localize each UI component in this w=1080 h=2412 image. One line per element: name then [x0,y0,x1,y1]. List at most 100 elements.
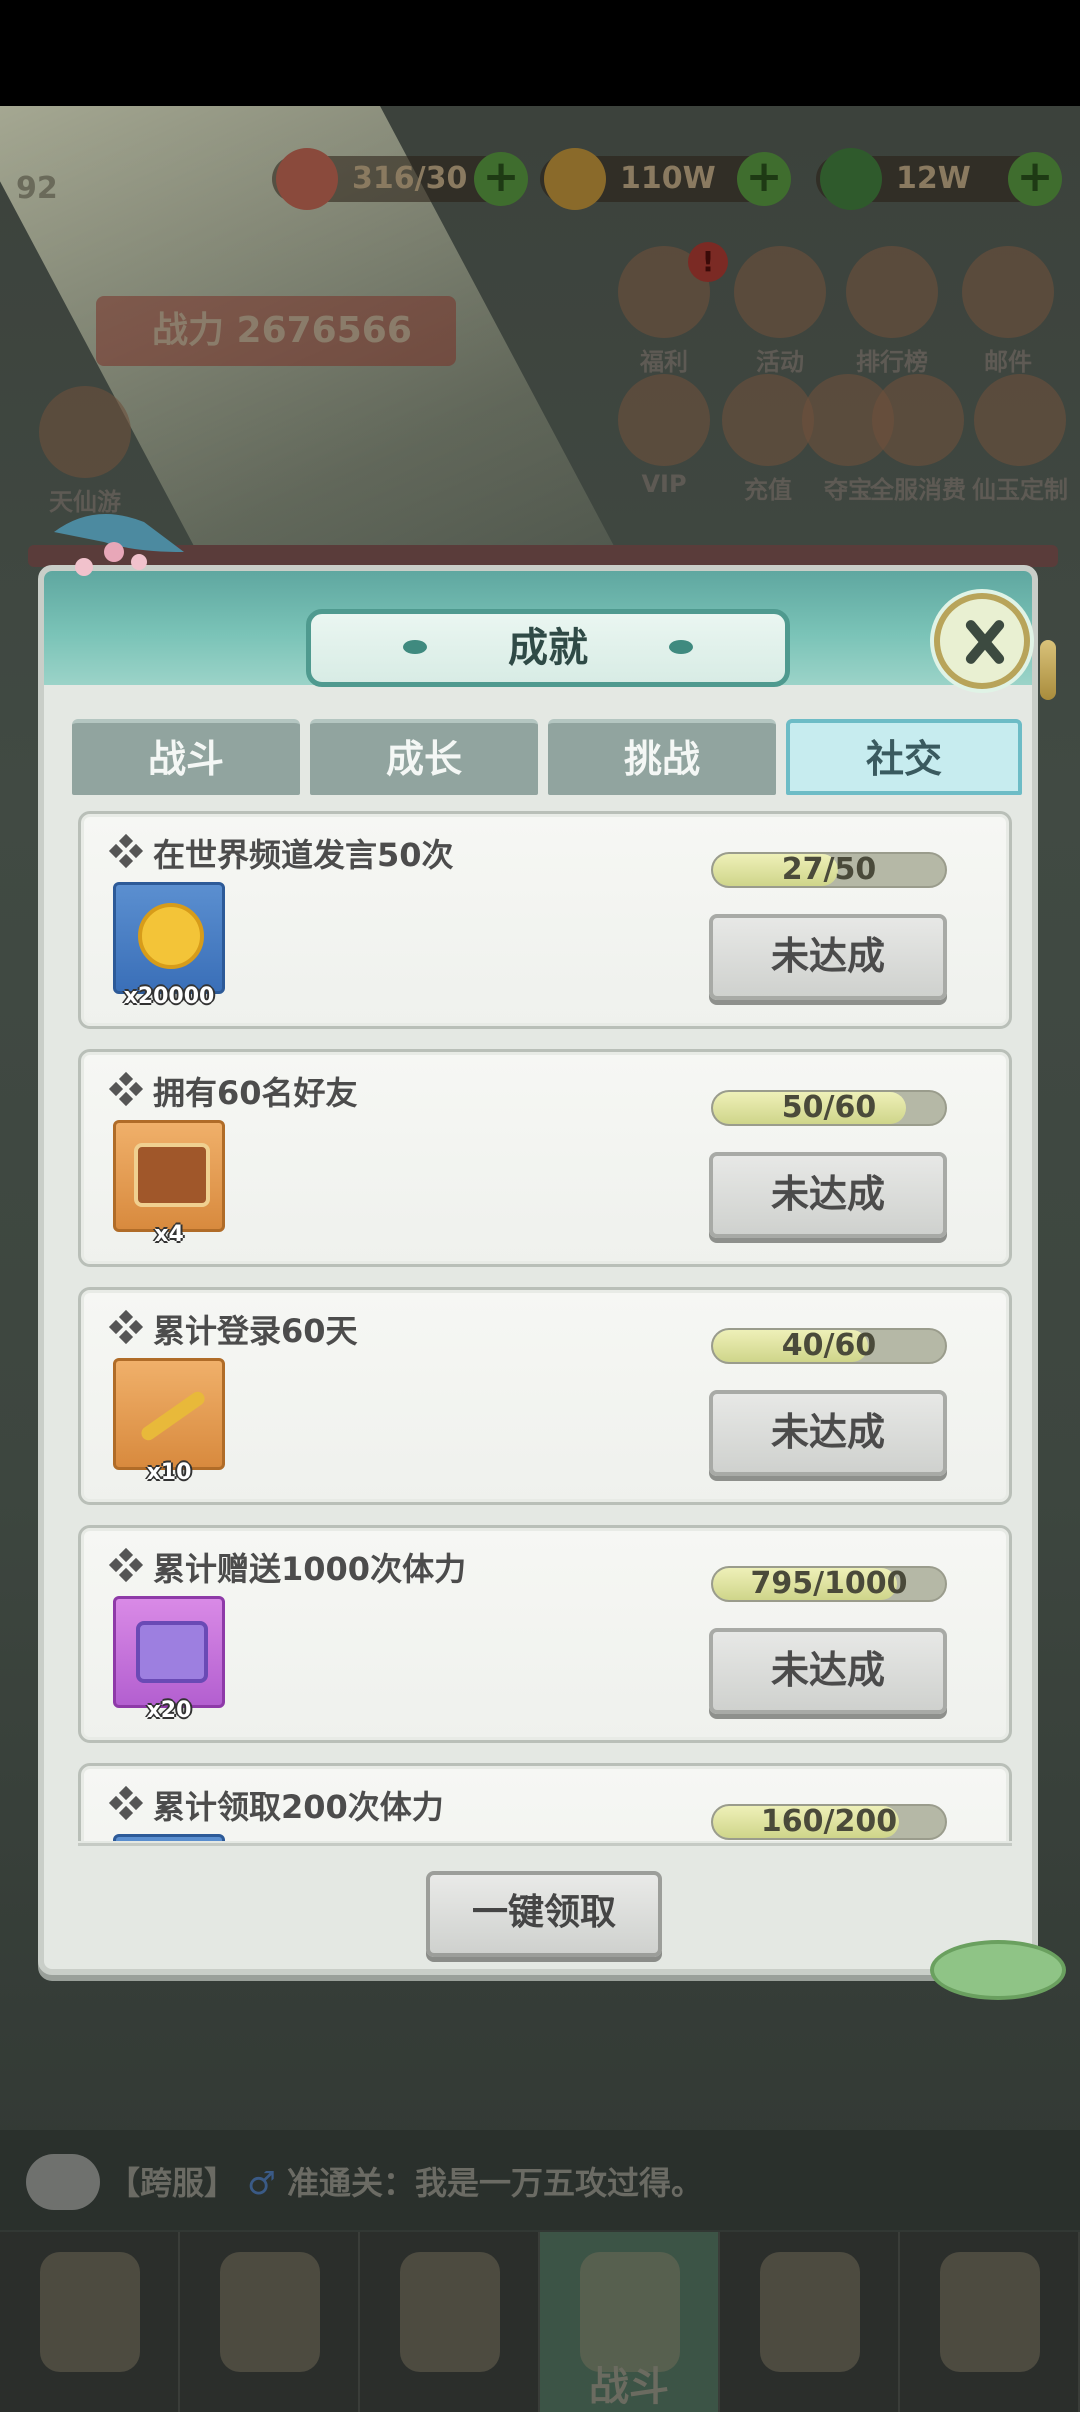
achievement-title: 拥有60名好友 [153,1074,358,1112]
gold-ingot-icon [544,148,606,210]
progress-bar: 27/50 [711,852,947,888]
mail-icon [962,246,1054,338]
not-achieved-button[interactable]: 未达成 [709,1390,947,1476]
player-level: 92 [16,171,58,206]
nav-pet[interactable] [360,2232,540,2412]
nav-bag[interactable] [180,2232,360,2412]
progress-text: 50/60 [781,1090,877,1125]
tab-social[interactable]: 社交 [786,719,1022,795]
progress-bar: 50/60 [711,1090,947,1126]
mail-button[interactable]: 邮件 [958,246,1058,377]
achievement-card: 累计登录60天 x10 40/60 未达成 [78,1287,1012,1505]
resource-value: 110W [620,161,716,196]
nav-label: 战斗 [589,2364,669,2410]
title-plate: 成就 [306,609,790,687]
progress-bar: 795/1000 [711,1566,947,1602]
achievement-title: 累计领取200次体力 [153,1788,444,1826]
tab-growth[interactable]: 成长 [310,719,538,795]
add-jade-button[interactable]: + [1008,152,1062,206]
close-button[interactable] [934,593,1030,689]
nav-book[interactable] [720,2232,900,2412]
not-achieved-button[interactable]: 未达成 [709,914,947,1000]
chest-icon [134,1143,210,1207]
diamond-bullet-icon [108,1547,144,1583]
reward-item[interactable]: x4 [113,1120,225,1247]
progress-bar: 160/200 [711,1804,947,1840]
reward-item[interactable]: x20 [113,1596,225,1723]
chat-message: 【跨服】 ♂ 准通关：我是一万五攻过得。 [108,2158,703,2204]
chat-text: 准通关：我是一万五攻过得。 [286,2164,703,2202]
male-icon: ♂ [247,2164,276,2202]
reward-quantity: x4 [154,1222,184,1247]
tab-bar: 战斗 成长 挑战 社交 [72,719,1022,797]
icon-label: 仙玉定制 [972,476,1068,504]
not-achieved-button[interactable]: 未达成 [709,1628,947,1714]
tab-challenge[interactable]: 挑战 [548,719,776,795]
reward-item[interactable]: x20000 [113,882,225,1009]
icon-label: VIP [641,470,687,498]
nav-building[interactable] [900,2232,1080,2412]
leaderboard-button[interactable]: 排行榜 [842,246,942,377]
gift-box-icon [136,1621,208,1683]
pet-icon [400,2252,500,2372]
not-achieved-button[interactable]: 未达成 [709,1152,947,1238]
diamond-bullet-icon [108,833,144,869]
leaderboard-icon [846,246,938,338]
claim-all-button[interactable]: 一键领取 [426,1871,662,1957]
achievement-card: 累计赠送1000次体力 x20 795/1000 未达成 [78,1525,1012,1743]
bottom-nav: 战斗 [0,2232,1080,2412]
nav-battle[interactable]: 战斗 [540,2232,720,2412]
tianxianyou-icon [39,386,131,478]
quest-icon [40,2252,140,2372]
coin-icon [138,903,204,969]
reward-item[interactable]: x10 [113,1358,225,1485]
lily-pad-icon [930,1940,1066,2000]
diamond-bullet-icon [108,1785,144,1821]
tab-battle[interactable]: 战斗 [72,719,300,795]
resource-gold: 110W + [540,148,791,210]
achievement-card: 拥有60名好友 x4 50/60 未达成 [78,1049,1012,1267]
achievement-title: 在世界频道发言50次 [153,836,454,874]
achievement-dialog: 成就 战斗 成长 挑战 社交 在世界频道发言50次 x20000 27/50 未… [28,545,1058,1995]
reward-quantity: x20 [146,1698,192,1723]
achievement-card: 在世界频道发言50次 x20000 27/50 未达成 [78,811,1012,1029]
diamond-bullet-icon [108,1071,144,1107]
chat-channel: 【跨服】 [108,2164,237,2202]
tassel-icon [1040,640,1056,700]
dialog-header: 成就 [44,571,1032,689]
icon-label: 充值 [744,476,792,504]
progress-bar: 40/60 [711,1328,947,1364]
resource-stamina: 316/30 + [272,148,528,210]
dialog-body: 成就 战斗 成长 挑战 社交 在世界频道发言50次 x20000 27/50 未… [38,565,1038,1975]
resource-bar: 92 316/30 + 110W + 12W + [0,134,1080,214]
book-icon [760,2252,860,2372]
achievement-list[interactable]: 在世界频道发言50次 x20000 27/50 未达成 拥有60名好友 x4 5… [78,811,1012,1841]
reward-quantity: x10 [146,1460,192,1485]
bag-icon [220,2252,320,2372]
activity-button[interactable]: 活动 [730,246,830,377]
diamond-bullet-icon [108,1309,144,1345]
resource-value: 316/30 [352,161,468,196]
progress-text: 27/50 [781,852,877,887]
power-display: 战力 2676566 [96,296,456,366]
progress-text: 795/1000 [750,1566,908,1601]
chat-bar[interactable]: 【跨服】 ♂ 准通关：我是一万五攻过得。 [0,2130,1080,2230]
building-icon [940,2252,1040,2372]
add-stamina-button[interactable]: + [474,152,528,206]
progress-text: 160/200 [760,1804,898,1839]
jade-custom-button[interactable]: 仙玉定制 [960,374,1080,505]
server-spend-icon [872,374,964,466]
vip-button[interactable]: VIP [614,374,714,498]
icon-label: 福利 [640,348,688,376]
vip-icon [618,374,710,466]
divider [78,1843,1012,1846]
reward-item[interactable] [113,1834,225,1841]
reward-quantity: x20000 [123,984,215,1009]
achievement-card: 累计领取200次体力 160/200 [78,1763,1012,1841]
jade-icon [820,148,882,210]
resource-value: 12W [896,161,971,196]
add-gold-button[interactable]: + [737,152,791,206]
key-icon [138,1389,208,1443]
chat-bubble-icon[interactable] [26,2154,100,2210]
nav-quest[interactable] [0,2232,180,2412]
